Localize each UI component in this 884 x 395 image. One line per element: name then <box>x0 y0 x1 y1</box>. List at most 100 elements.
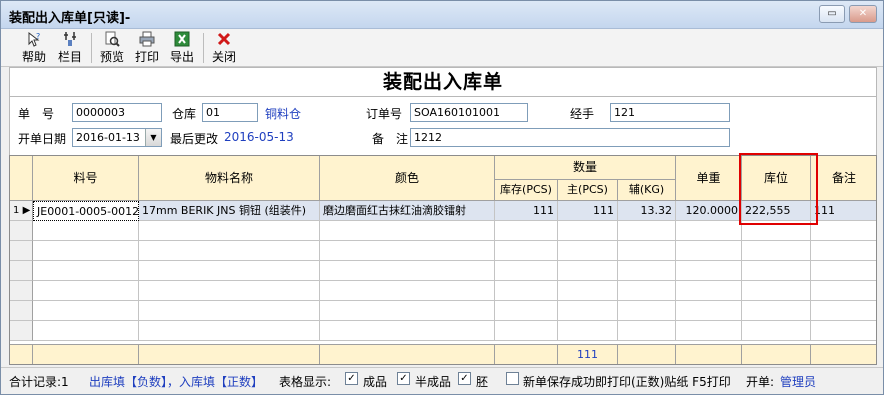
empty-cell[interactable] <box>676 301 742 321</box>
empty-cell[interactable] <box>618 261 676 281</box>
empty-cell[interactable] <box>139 321 320 341</box>
export-button[interactable]: 导出 <box>167 31 197 65</box>
handler-field[interactable]: 121 <box>610 103 730 122</box>
empty-cell[interactable] <box>139 261 320 281</box>
empty-cell[interactable] <box>558 221 618 241</box>
close-button[interactable]: 关闭 <box>209 31 239 65</box>
cell-item-name[interactable]: 17mm BERIK JNS 铜钮 (组装件) <box>139 201 320 221</box>
empty-cell[interactable] <box>742 281 811 301</box>
col-item-no[interactable]: 料号 <box>33 156 139 201</box>
empty-cell[interactable] <box>618 241 676 261</box>
cell-main[interactable]: 111 <box>558 201 618 221</box>
col-unit-weight[interactable]: 单重 <box>676 156 742 201</box>
remark-field[interactable]: 1212 <box>410 128 730 147</box>
empty-cell[interactable] <box>811 241 876 261</box>
col-stock[interactable]: 库存(PCS) <box>495 180 558 201</box>
empty-cell[interactable] <box>811 301 876 321</box>
empty-cell[interactable] <box>495 261 558 281</box>
empty-table-row[interactable] <box>10 301 876 321</box>
empty-cell[interactable] <box>676 321 742 341</box>
open-date-picker[interactable]: 2016-01-13 ▼ <box>72 128 162 147</box>
empty-cell[interactable] <box>495 241 558 261</box>
empty-cell[interactable] <box>495 301 558 321</box>
empty-cell[interactable] <box>618 321 676 341</box>
empty-cell[interactable] <box>320 281 495 301</box>
empty-cell[interactable] <box>558 301 618 321</box>
row-indicator[interactable] <box>10 261 33 281</box>
empty-cell[interactable] <box>320 241 495 261</box>
empty-cell[interactable] <box>742 301 811 321</box>
empty-cell[interactable] <box>811 321 876 341</box>
warehouse-code-field[interactable]: 01 <box>202 103 258 122</box>
blank-checkbox[interactable]: ✓ <box>458 372 471 385</box>
cell-unit-weight[interactable]: 120.0000 <box>676 201 742 221</box>
empty-cell[interactable] <box>139 221 320 241</box>
semi-finished-checkbox[interactable]: ✓ <box>397 372 410 385</box>
row-indicator[interactable] <box>10 221 33 241</box>
empty-cell[interactable] <box>618 281 676 301</box>
empty-cell[interactable] <box>495 281 558 301</box>
empty-cell[interactable] <box>139 301 320 321</box>
empty-cell[interactable] <box>320 321 495 341</box>
row-indicator[interactable] <box>10 241 33 261</box>
empty-cell[interactable] <box>558 281 618 301</box>
empty-cell[interactable] <box>495 221 558 241</box>
print-on-save-checkbox[interactable] <box>506 372 519 385</box>
cell-aux[interactable]: 13.32 <box>618 201 676 221</box>
order-no-field[interactable]: SOA160101001 <box>410 103 528 122</box>
empty-cell[interactable] <box>320 301 495 321</box>
empty-cell[interactable] <box>618 221 676 241</box>
empty-cell[interactable] <box>33 321 139 341</box>
empty-cell[interactable] <box>320 261 495 281</box>
empty-table-row[interactable] <box>10 281 876 301</box>
col-aux[interactable]: 辅(KG) <box>618 180 676 201</box>
doc-no-field[interactable]: 0000003 <box>72 103 162 122</box>
empty-cell[interactable] <box>320 221 495 241</box>
empty-table-row[interactable] <box>10 321 876 341</box>
columns-button[interactable]: 栏目 <box>55 31 85 65</box>
cell-note[interactable]: 111 <box>811 201 876 221</box>
empty-cell[interactable] <box>811 281 876 301</box>
empty-cell[interactable] <box>33 301 139 321</box>
empty-cell[interactable] <box>139 241 320 261</box>
empty-cell[interactable] <box>676 241 742 261</box>
row-indicator[interactable] <box>10 321 33 341</box>
empty-table-row[interactable] <box>10 261 876 281</box>
empty-cell[interactable] <box>811 261 876 281</box>
col-main[interactable]: 主(PCS) <box>558 180 618 201</box>
empty-cell[interactable] <box>618 301 676 321</box>
empty-cell[interactable] <box>33 221 139 241</box>
row-indicator[interactable]: 1 ▶ <box>10 201 33 221</box>
empty-cell[interactable] <box>558 321 618 341</box>
empty-cell[interactable] <box>139 281 320 301</box>
cell-item-no[interactable]: JE0001-0005-0012 <box>33 201 139 221</box>
empty-cell[interactable] <box>742 321 811 341</box>
print-button[interactable]: 打印 <box>132 31 162 65</box>
empty-cell[interactable] <box>811 221 876 241</box>
cell-color[interactable]: 磨边磨面红古抹红油滴胶镭射 <box>320 201 495 221</box>
finished-checkbox[interactable]: ✓ <box>345 372 358 385</box>
empty-cell[interactable] <box>33 281 139 301</box>
empty-cell[interactable] <box>676 261 742 281</box>
empty-cell[interactable] <box>495 321 558 341</box>
preview-button[interactable]: 预览 <box>97 31 127 65</box>
cell-stock[interactable]: 111 <box>495 201 558 221</box>
dropdown-arrow-icon[interactable]: ▼ <box>145 129 161 146</box>
empty-cell[interactable] <box>558 261 618 281</box>
empty-table-row[interactable] <box>10 241 876 261</box>
empty-cell[interactable] <box>742 241 811 261</box>
row-indicator[interactable] <box>10 301 33 321</box>
empty-cell[interactable] <box>676 281 742 301</box>
help-button[interactable]: ? 帮助 <box>19 31 49 65</box>
empty-cell[interactable] <box>676 221 742 241</box>
empty-cell[interactable] <box>742 261 811 281</box>
col-color[interactable]: 颜色 <box>320 156 495 201</box>
empty-cell[interactable] <box>558 241 618 261</box>
empty-cell[interactable] <box>33 261 139 281</box>
restore-button[interactable]: ▭ <box>819 5 845 23</box>
close-window-button[interactable]: ✕ <box>849 5 877 23</box>
empty-cell[interactable] <box>33 241 139 261</box>
col-item-name[interactable]: 物料名称 <box>139 156 320 201</box>
row-indicator[interactable] <box>10 281 33 301</box>
col-note[interactable]: 备注 <box>811 156 876 201</box>
